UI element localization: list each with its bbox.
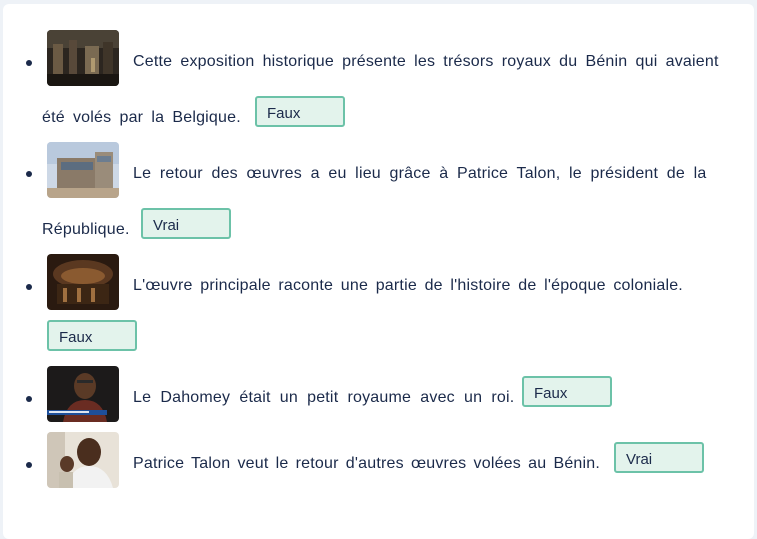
man-speaking-photo xyxy=(47,432,119,488)
bullet xyxy=(26,171,32,177)
statement-text-line1: L'œuvre principale raconte une partie de… xyxy=(133,277,683,294)
statement-text-line1: Le retour des œuvres a eu lieu grâce à P… xyxy=(133,165,707,182)
answer-field[interactable]: Vrai xyxy=(141,208,231,239)
bullet xyxy=(26,284,32,290)
answer-field[interactable]: Faux xyxy=(255,96,345,127)
bullet xyxy=(26,396,32,402)
bullet xyxy=(26,60,32,66)
statement-text-line1: Cette exposition historique présente les… xyxy=(133,53,719,70)
answer-field[interactable]: Faux xyxy=(522,376,612,407)
answer-field[interactable]: Faux xyxy=(47,320,137,351)
statement-text-line1: Patrice Talon veut le retour d'autres œu… xyxy=(133,455,601,472)
bullet xyxy=(26,462,32,468)
statement-text-line1: Le Dahomey était un petit royaume avec u… xyxy=(133,389,515,406)
man-interview-photo xyxy=(47,366,119,422)
statement-text-line2: République. xyxy=(42,221,130,238)
answer-field[interactable]: Vrai xyxy=(614,442,704,473)
statement-text-line2: été volés par la Belgique. xyxy=(42,109,241,126)
museum-gallery-photo xyxy=(47,30,119,86)
quiz-card: Cette exposition historique présente les… xyxy=(3,4,754,539)
building-photo xyxy=(47,142,119,198)
artwork-photo xyxy=(47,254,119,310)
